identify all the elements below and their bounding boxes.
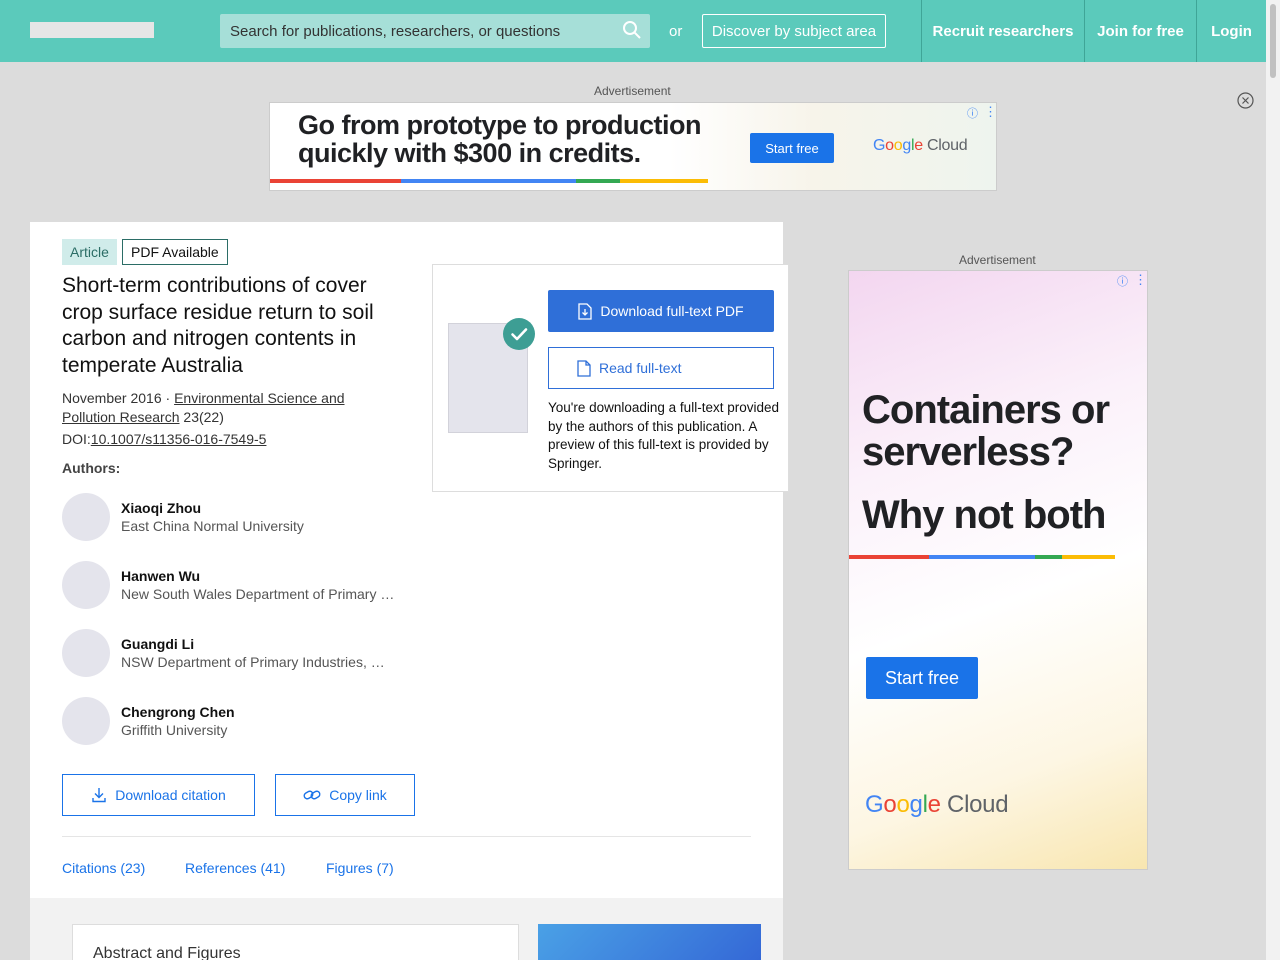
top-navigation-bar: or Discover by subject area Recruit rese… [0, 0, 1266, 62]
avatar[interactable] [62, 629, 110, 677]
scrollbar-thumb[interactable] [1270, 4, 1276, 78]
ad-color-stripe [849, 555, 1115, 559]
avatar[interactable] [62, 697, 110, 745]
ad-start-free-button[interactable]: Start free [866, 657, 978, 699]
search-icon[interactable] [622, 20, 642, 40]
author-item[interactable]: Guangdi Li NSW Department of Primary Ind… [62, 629, 402, 677]
google-cloud-logo: Google Cloud [865, 791, 1009, 818]
doi-label: DOI: [62, 431, 91, 447]
join-for-free-link[interactable]: Join for free [1084, 0, 1196, 62]
or-separator: or [669, 23, 683, 40]
figure-preview[interactable] [538, 924, 761, 960]
author-affiliation: New South Wales Department of Primary In… [121, 586, 396, 602]
page-scrollbar[interactable] [1266, 0, 1280, 960]
abstract-heading: Abstract and Figures [93, 945, 241, 960]
ad-start-free-button[interactable]: Start free [750, 133, 834, 163]
close-ad-icon[interactable] [1237, 92, 1254, 109]
document-icon [577, 359, 591, 377]
pdf-file-icon [578, 302, 593, 320]
author-item[interactable]: Xiaoqi Zhou East China Normal University [62, 493, 402, 541]
site-logo[interactable] [30, 22, 154, 38]
author-affiliation: Griffith University [121, 722, 228, 738]
author-affiliation: NSW Department of Primary Industries, Wa… [121, 654, 396, 670]
top-banner-ad[interactable]: Go from prototype to production quickly … [269, 102, 997, 191]
advertisement-label: Advertisement [594, 84, 671, 98]
tab-citations[interactable]: Citations (23) [62, 860, 145, 876]
download-pdf-label: Download full-text PDF [600, 303, 744, 319]
section-divider [62, 836, 751, 837]
ad-headline: Containers or serverless? [862, 388, 1110, 474]
avatar[interactable] [62, 561, 110, 609]
check-badge [503, 318, 535, 350]
pdf-available-badge: PDF Available [122, 239, 228, 265]
ad-info-icon[interactable]: ⓘ [967, 105, 978, 121]
checkmark-icon [511, 328, 528, 341]
ad-headline: Go from prototype to production quickly … [298, 110, 701, 168]
advertisement-label: Advertisement [959, 253, 1036, 267]
download-panel: Download full-text PDF Read full-text Yo… [432, 264, 789, 492]
author-name[interactable]: Hanwen Wu [121, 568, 200, 584]
ad-info-icon[interactable]: ⓘ [1117, 273, 1128, 289]
download-citation-label: Download citation [115, 787, 226, 803]
author-name[interactable]: Chengrong Chen [121, 704, 235, 720]
ad-headline-secondary: Why not both [862, 493, 1106, 537]
author-name[interactable]: Xiaoqi Zhou [121, 500, 201, 516]
publication-date: November 2016 [62, 390, 162, 406]
tab-references[interactable]: References (41) [185, 860, 285, 876]
journal-volume: 23(22) [183, 409, 224, 425]
read-full-text-button[interactable]: Read full-text [548, 347, 774, 389]
side-banner-ad[interactable]: Containers or serverless? Why not both S… [848, 270, 1148, 870]
read-full-text-label: Read full-text [599, 360, 682, 376]
author-name[interactable]: Guangdi Li [121, 636, 194, 652]
search-box[interactable] [220, 14, 650, 48]
ad-menu-icon[interactable]: ⋮ [984, 104, 996, 120]
author-item[interactable]: Chengrong Chen Griffith University [62, 697, 402, 745]
login-link[interactable]: Login [1196, 0, 1266, 62]
publication-meta: November 2016 · Environmental Science an… [62, 389, 382, 427]
doi-link[interactable]: 10.1007/s11356-016-7549-5 [91, 431, 267, 447]
publication-title: Short-term contributions of cover crop s… [62, 274, 374, 377]
author-affiliation: East China Normal University [121, 518, 304, 534]
discover-by-subject-button[interactable]: Discover by subject area [702, 14, 886, 48]
download-icon [92, 788, 106, 803]
doi-line: DOI:10.1007/s11356-016-7549-5 [62, 431, 266, 447]
author-item[interactable]: Hanwen Wu New South Wales Department of … [62, 561, 402, 609]
ad-color-stripe [270, 179, 708, 183]
google-cloud-logo: Google Cloud [873, 137, 968, 154]
download-full-text-pdf-button[interactable]: Download full-text PDF [548, 290, 774, 332]
search-input[interactable] [220, 14, 620, 48]
authors-heading: Authors: [62, 460, 121, 476]
tab-figures[interactable]: Figures (7) [326, 860, 394, 876]
download-citation-button[interactable]: Download citation [62, 774, 255, 816]
copy-link-label: Copy link [329, 787, 387, 803]
recruit-researchers-link[interactable]: Recruit researchers [921, 0, 1084, 62]
download-note: You're downloading a full-text provided … [548, 400, 779, 471]
abstract-section: Abstract and Figures [72, 924, 519, 960]
copy-link-button[interactable]: Copy link [275, 774, 415, 816]
ad-menu-icon[interactable]: ⋮ [1134, 272, 1147, 288]
article-type-badge: Article [62, 239, 117, 265]
link-icon [303, 790, 321, 800]
meta-separator: · [165, 390, 171, 406]
avatar[interactable] [62, 493, 110, 541]
